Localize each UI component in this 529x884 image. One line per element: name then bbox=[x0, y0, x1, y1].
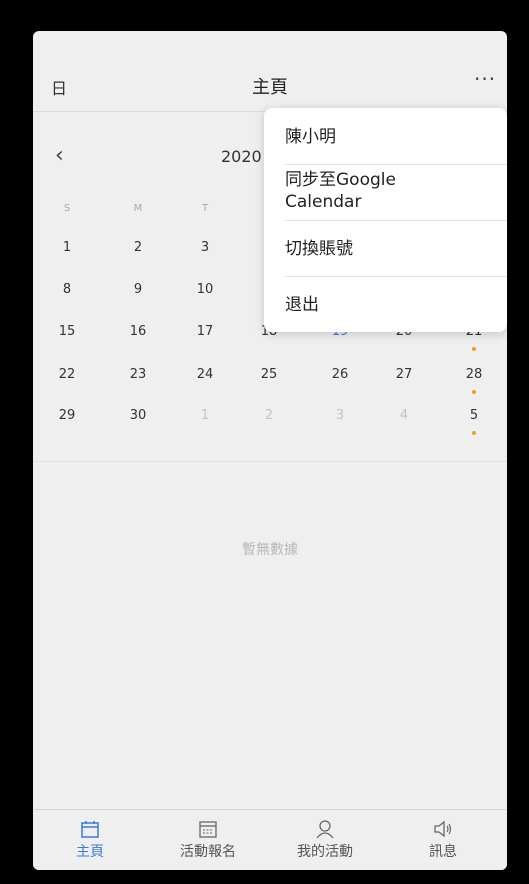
calendar-day[interactable]: 2 bbox=[118, 240, 158, 255]
calendar-day[interactable]: 15 bbox=[47, 324, 87, 339]
calendar-day[interactable]: 1 bbox=[47, 240, 87, 255]
menu-divider bbox=[285, 276, 507, 277]
calendar-day-next-month[interactable]: 2 bbox=[249, 408, 289, 423]
month-label: 2020 bbox=[221, 147, 262, 166]
event-indicator-dot bbox=[472, 431, 476, 435]
tab-home[interactable]: 主頁 bbox=[45, 818, 135, 861]
event-indicator-dot bbox=[472, 390, 476, 394]
calendar-day-next-month[interactable]: 4 bbox=[384, 408, 424, 423]
tab-messages[interactable]: 訊息 bbox=[398, 818, 488, 861]
bottom-tab-bar: 主頁 活動報名 我的活動 訊息 bbox=[33, 809, 507, 870]
empty-state-text: 暫無數據 bbox=[242, 542, 298, 558]
event-indicator-dot bbox=[472, 347, 476, 351]
page-title: 主頁 bbox=[252, 77, 288, 98]
tab-label: 我的活動 bbox=[297, 844, 353, 860]
calendar-day[interactable]: 10 bbox=[185, 282, 225, 297]
menu-divider bbox=[285, 164, 507, 165]
calendar-grid-icon bbox=[163, 818, 253, 840]
tab-event-registration[interactable]: 活動報名 bbox=[163, 818, 253, 861]
menu-logout[interactable]: 退出 bbox=[285, 294, 319, 316]
calendar-day[interactable]: 30 bbox=[118, 408, 158, 423]
menu-divider bbox=[285, 220, 507, 221]
person-icon bbox=[280, 818, 370, 840]
menu-user-name: 陳小明 bbox=[285, 127, 336, 147]
menu-item-label: Calendar bbox=[285, 192, 362, 212]
calendar-day[interactable]: 9 bbox=[118, 282, 158, 297]
weekday-label: T bbox=[201, 203, 209, 214]
more-menu-button[interactable]: ··· bbox=[474, 67, 496, 91]
navigation-bar: 日 主頁 ··· bbox=[33, 31, 507, 112]
calendar-day[interactable]: 28 bbox=[454, 367, 494, 382]
calendar-day[interactable]: 24 bbox=[185, 367, 225, 382]
menu-switch-account[interactable]: 切換賬號 bbox=[285, 238, 353, 260]
tab-label: 訊息 bbox=[429, 844, 457, 860]
calendar-icon bbox=[45, 818, 135, 840]
calendar-day[interactable]: 3 bbox=[185, 240, 225, 255]
tab-label: 活動報名 bbox=[180, 844, 236, 860]
tab-label: 主頁 bbox=[76, 844, 104, 860]
account-dropdown-menu: 陳小明 同步至Google Calendar 切換賬號 退出 bbox=[264, 108, 507, 332]
previous-month-button[interactable]: ‹ bbox=[55, 143, 64, 168]
menu-sync-google-calendar[interactable]: 同步至Google Calendar bbox=[285, 169, 396, 213]
calendar-day-next-month[interactable]: 1 bbox=[185, 408, 225, 423]
speaker-icon bbox=[398, 818, 488, 840]
tab-my-events[interactable]: 我的活動 bbox=[280, 818, 370, 861]
calendar-day[interactable]: 29 bbox=[47, 408, 87, 423]
weekday-label: S bbox=[63, 203, 71, 214]
calendar-day[interactable]: 27 bbox=[384, 367, 424, 382]
menu-item-label: 同步至Google bbox=[285, 170, 396, 190]
calendar-day[interactable]: 16 bbox=[118, 324, 158, 339]
calendar-day-next-month[interactable]: 3 bbox=[320, 408, 360, 423]
calendar-day[interactable]: 17 bbox=[185, 324, 225, 339]
calendar-day[interactable]: 5 bbox=[454, 408, 494, 423]
calendar-day[interactable]: 23 bbox=[118, 367, 158, 382]
calendar-day[interactable]: 25 bbox=[249, 367, 289, 382]
weekday-label: M bbox=[133, 203, 143, 214]
calendar-day[interactable]: 26 bbox=[320, 367, 360, 382]
calendar-day[interactable]: 22 bbox=[47, 367, 87, 382]
calendar-day[interactable]: 8 bbox=[47, 282, 87, 297]
